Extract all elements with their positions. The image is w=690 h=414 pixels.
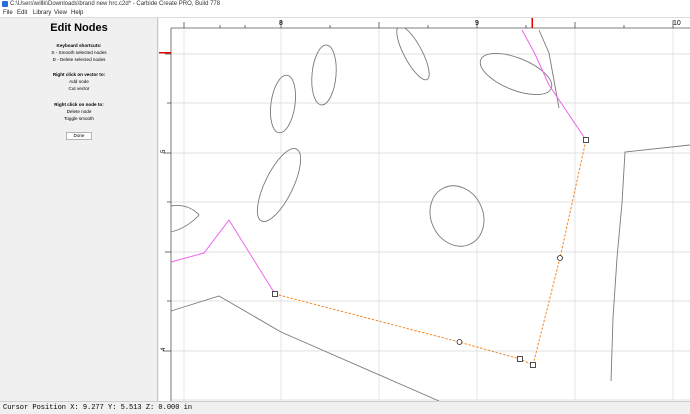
window-title: C:\Users\willk\Downloads\brand new hrc.c… (10, 1, 221, 7)
design-canvas[interactable]: 8 9 10 5 4 (159, 18, 690, 401)
node-handle[interactable] (530, 362, 536, 368)
top-ruler-label: 9 (475, 20, 479, 27)
node-handle[interactable] (557, 255, 563, 261)
top-ruler-label: 8 (279, 20, 283, 27)
node-handle[interactable] (272, 291, 278, 297)
menu-library[interactable]: Library (33, 9, 51, 17)
panel-title: Edit Nodes (50, 22, 108, 34)
node-handle[interactable] (583, 137, 589, 143)
node-action-toggle-smooth: Toggle smooth (64, 116, 94, 121)
done-button[interactable]: Done (66, 132, 92, 140)
menu-view[interactable]: View (54, 9, 67, 17)
left-ruler[interactable] (159, 28, 172, 401)
vector-action-cut-vector: Cut vector (68, 86, 90, 91)
menu-file[interactable]: File (3, 9, 13, 17)
status-bar: Cursor Position X: 9.277 Y: 5.513 Z: 0.0… (0, 401, 690, 414)
node-actions-heading: Right click on node to: (54, 102, 104, 107)
cursor-position-readout: Cursor Position X: 9.277 Y: 5.513 Z: 0.0… (3, 404, 193, 412)
vector-actions-heading: Right click on vector to: (52, 72, 106, 77)
vector-action-add-node: Add node (69, 79, 89, 84)
node-handle[interactable] (456, 339, 463, 345)
menu-help[interactable]: Help (71, 9, 83, 17)
shortcuts-heading: Keyboard shortcuts: (56, 43, 102, 48)
title-bar: C:\Users\willk\Downloads\brand new hrc.c… (0, 0, 690, 9)
node-handle[interactable] (517, 356, 523, 362)
edit-nodes-panel: Edit Nodes Keyboard shortcuts: S - Smoot… (0, 18, 158, 401)
menu-bar: File Edit Library View Help (0, 9, 690, 18)
cursor-x-marker (531, 18, 533, 28)
top-ruler[interactable] (159, 18, 690, 29)
app-icon (2, 1, 8, 7)
shortcut-smooth: S - Smooth selected nodes (51, 50, 107, 55)
top-ruler-label: 10 (673, 20, 681, 27)
node-action-delete: Delete node (66, 109, 92, 114)
menu-edit[interactable]: Edit (17, 9, 27, 17)
canvas-svg[interactable]: 8 9 10 5 4 (159, 18, 690, 401)
cursor-y-marker (159, 52, 171, 54)
shortcut-delete: D - Delete selected nodes (52, 57, 106, 62)
